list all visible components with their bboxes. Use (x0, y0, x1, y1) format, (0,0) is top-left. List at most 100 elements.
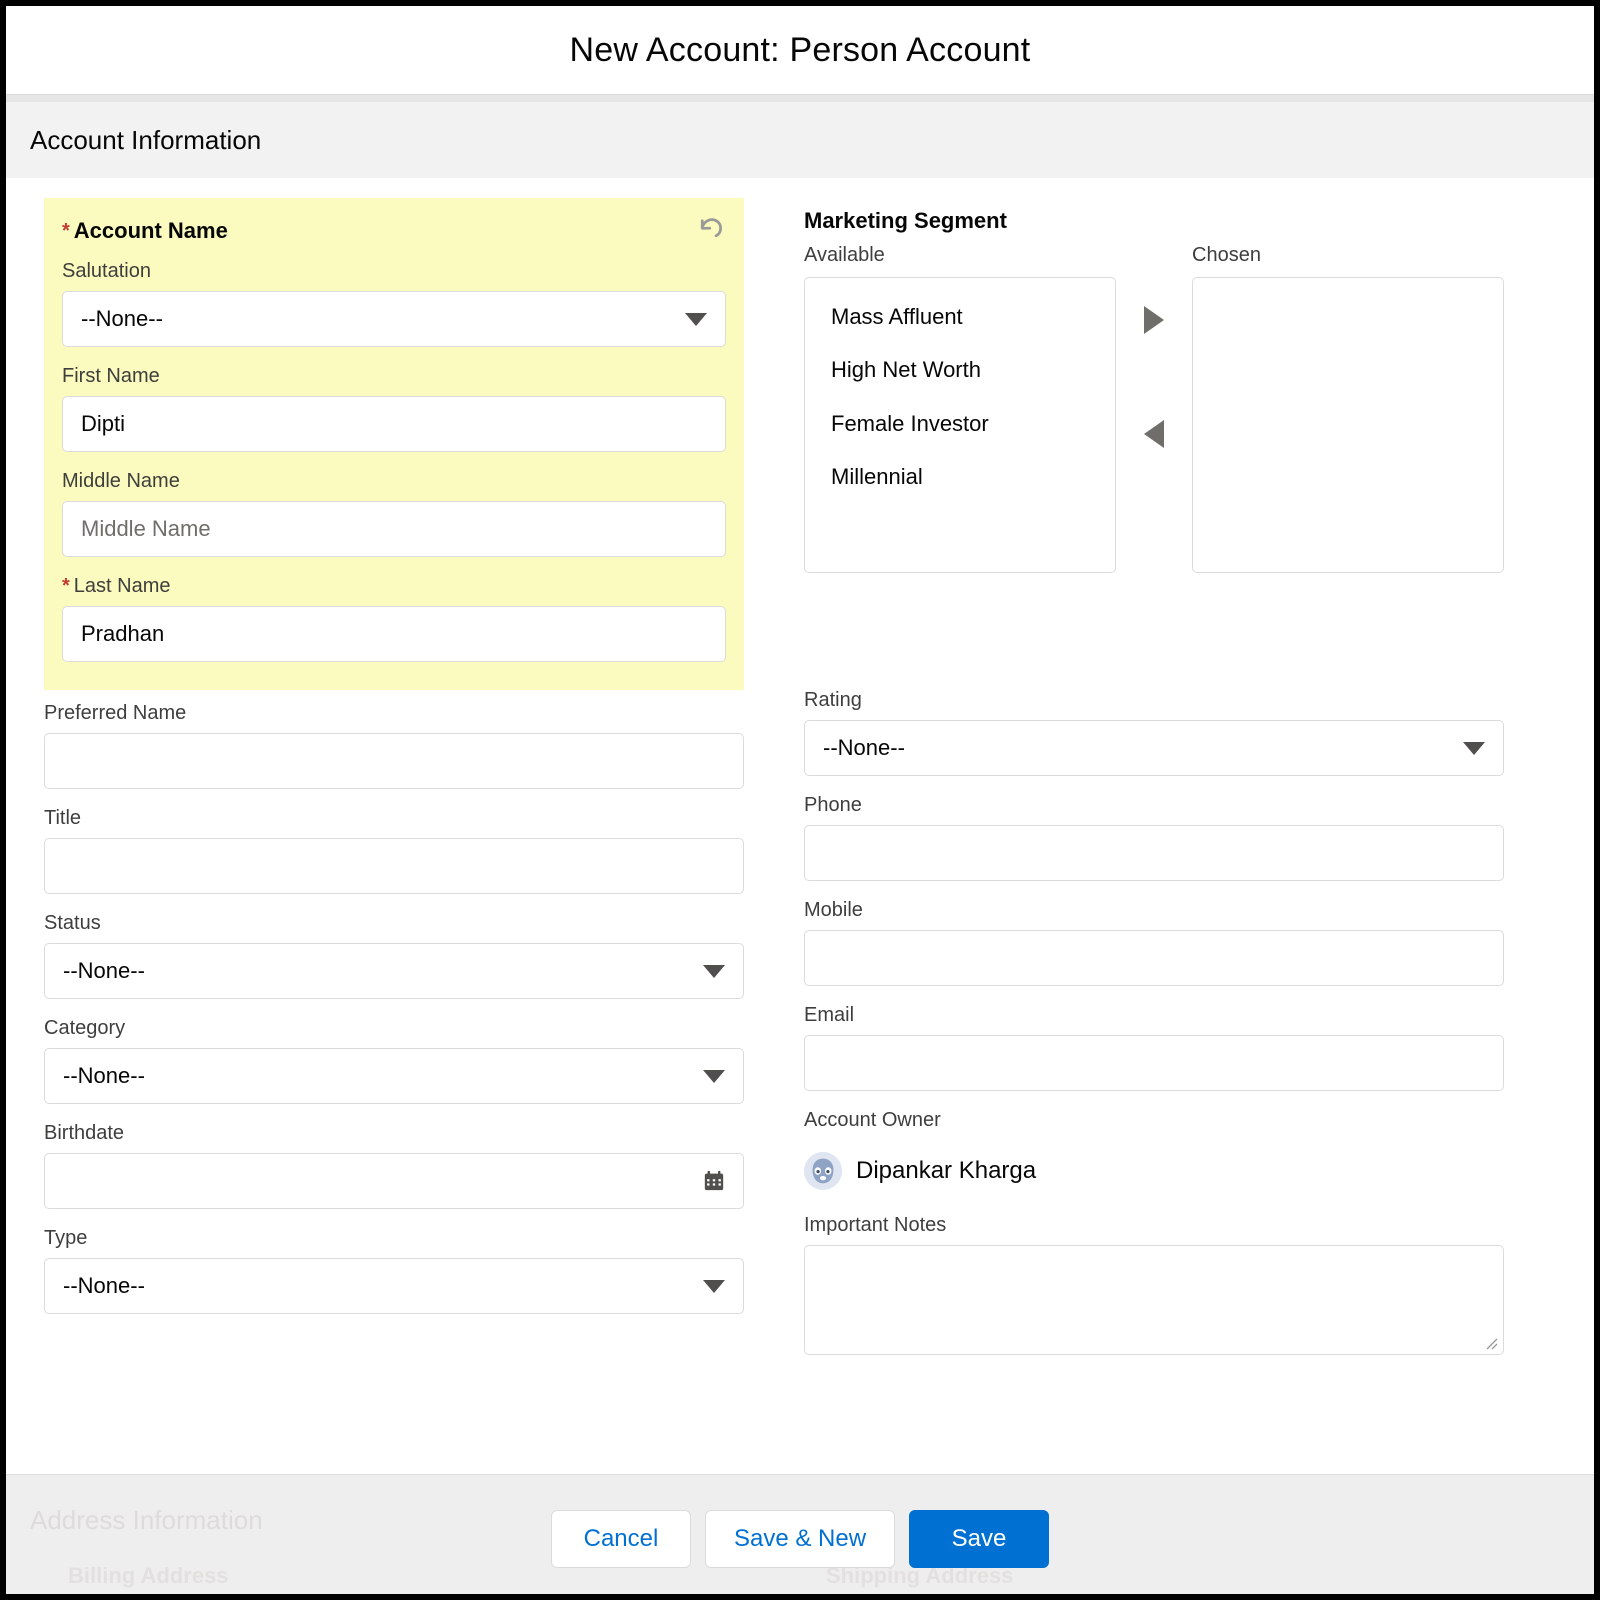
mobile-label: Mobile (804, 887, 1504, 930)
billing-address-label: Billing Address (68, 1563, 229, 1589)
user-avatar-icon (804, 1152, 842, 1190)
arrow-left-icon[interactable] (1144, 420, 1164, 448)
cancel-button[interactable]: Cancel (551, 1510, 691, 1568)
status-label: Status (44, 900, 744, 943)
salutation-label: Salutation (62, 248, 726, 291)
first-name-input[interactable]: Dipti (62, 396, 726, 452)
field-middle-name: Middle Name Middle Name (62, 458, 726, 557)
list-item[interactable]: High Net Worth (805, 343, 1115, 396)
field-mobile: Mobile (804, 887, 1504, 986)
type-value: --None-- (63, 1273, 145, 1299)
middle-name-input[interactable]: Middle Name (62, 501, 726, 557)
type-select[interactable]: --None-- (44, 1258, 744, 1314)
calendar-icon[interactable] (703, 1170, 725, 1192)
new-account-modal: New Account: Person Account Account Info… (0, 0, 1600, 1600)
title-label: Title (44, 795, 744, 838)
email-label: Email (804, 992, 1504, 1035)
field-important-notes: Important Notes (804, 1202, 1504, 1355)
rating-value: --None-- (823, 735, 905, 761)
save-and-new-button[interactable]: Save & New (705, 1510, 895, 1568)
available-column: Available Mass Affluent High Net Worth F… (804, 244, 1116, 573)
marketing-segment-group: Marketing Segment Available Mass Affluen… (804, 188, 1504, 573)
title-divider (6, 94, 1594, 102)
chevron-down-icon (703, 1070, 725, 1083)
account-name-label: Account Name (74, 218, 228, 244)
last-name-label: *Last Name (62, 563, 726, 606)
field-birthdate: Birthdate (44, 1110, 744, 1209)
chosen-listbox[interactable] (1192, 277, 1504, 573)
category-label: Category (44, 1005, 744, 1048)
field-type: Type --None-- (44, 1215, 744, 1314)
mobile-input[interactable] (804, 930, 1504, 986)
preferred-name-input[interactable] (44, 733, 744, 789)
field-preferred-name: Preferred Name (44, 690, 744, 789)
account-owner-label: Account Owner (804, 1097, 1504, 1140)
resize-handle-icon[interactable] (1483, 1335, 1499, 1351)
category-select[interactable]: --None-- (44, 1048, 744, 1104)
salutation-select[interactable]: --None-- (62, 291, 726, 347)
phone-input[interactable] (804, 825, 1504, 881)
dual-listbox: Available Mass Affluent High Net Worth F… (804, 244, 1504, 573)
list-item[interactable]: Female Investor (805, 397, 1115, 450)
status-value: --None-- (63, 958, 145, 984)
chevron-down-icon (703, 1280, 725, 1293)
field-salutation: Salutation --None-- (62, 248, 726, 347)
type-label: Type (44, 1215, 744, 1258)
birthdate-input[interactable] (44, 1153, 744, 1209)
field-title: Title (44, 795, 744, 894)
required-indicator-last-name: * (62, 575, 70, 597)
right-column: Marketing Segment Available Mass Affluen… (804, 188, 1504, 1361)
preferred-name-label: Preferred Name (44, 690, 744, 733)
field-rating: Rating --None-- (804, 677, 1504, 776)
email-input[interactable] (804, 1035, 1504, 1091)
section-header-label: Account Information (30, 125, 261, 156)
field-email: Email (804, 992, 1504, 1091)
page-title: New Account: Person Account (570, 31, 1031, 70)
section-header-account-information: Account Information (6, 102, 1594, 178)
important-notes-textarea[interactable] (804, 1245, 1504, 1355)
middle-name-label: Middle Name (62, 458, 726, 501)
first-name-label: First Name (62, 353, 726, 396)
first-name-value: Dipti (81, 411, 125, 437)
modal-titlebar: New Account: Person Account (6, 6, 1594, 94)
undo-icon[interactable] (696, 212, 726, 242)
save-button[interactable]: Save (909, 1510, 1049, 1568)
important-notes-label: Important Notes (804, 1202, 1504, 1245)
chevron-down-icon (1463, 742, 1485, 755)
available-label: Available (804, 244, 1116, 277)
field-phone: Phone (804, 782, 1504, 881)
last-name-value: Pradhan (81, 621, 164, 647)
address-information-label: Address Information (30, 1505, 263, 1536)
last-name-label-text: Last Name (74, 575, 171, 597)
rating-select[interactable]: --None-- (804, 720, 1504, 776)
chosen-label: Chosen (1192, 244, 1504, 277)
form-body: * Account Name Salutation --None-- (6, 178, 1594, 1594)
status-select[interactable]: --None-- (44, 943, 744, 999)
field-account-owner: Account Owner (804, 1097, 1504, 1196)
account-owner-name[interactable]: Dipankar Kharga (856, 1157, 1036, 1185)
rating-label: Rating (804, 677, 1504, 720)
last-name-input[interactable]: Pradhan (62, 606, 726, 662)
account-name-compound-field: * Account Name Salutation --None-- (44, 198, 744, 690)
left-column: * Account Name Salutation --None-- (44, 188, 744, 1361)
field-first-name: First Name Dipti (62, 353, 726, 452)
birthdate-label: Birthdate (44, 1110, 744, 1153)
account-name-group-label: * Account Name (62, 208, 726, 248)
title-input[interactable] (44, 838, 744, 894)
marketing-segment-label: Marketing Segment (804, 188, 1504, 244)
field-last-name: *Last Name Pradhan (62, 563, 726, 662)
field-status: Status --None-- (44, 900, 744, 999)
chevron-down-icon (685, 313, 707, 326)
list-item[interactable]: Millennial (805, 450, 1115, 503)
salutation-value: --None-- (81, 306, 163, 332)
chosen-column: Chosen (1192, 244, 1504, 573)
list-item[interactable]: Mass Affluent (805, 290, 1115, 343)
middle-name-placeholder: Middle Name (81, 516, 211, 542)
account-owner-value: Dipankar Kharga (804, 1140, 1504, 1196)
chevron-down-icon (703, 965, 725, 978)
required-indicator-account-name: * (62, 220, 70, 243)
arrow-right-icon[interactable] (1144, 306, 1164, 334)
category-value: --None-- (63, 1063, 145, 1089)
available-listbox[interactable]: Mass Affluent High Net Worth Female Inve… (804, 277, 1116, 573)
phone-label: Phone (804, 782, 1504, 825)
